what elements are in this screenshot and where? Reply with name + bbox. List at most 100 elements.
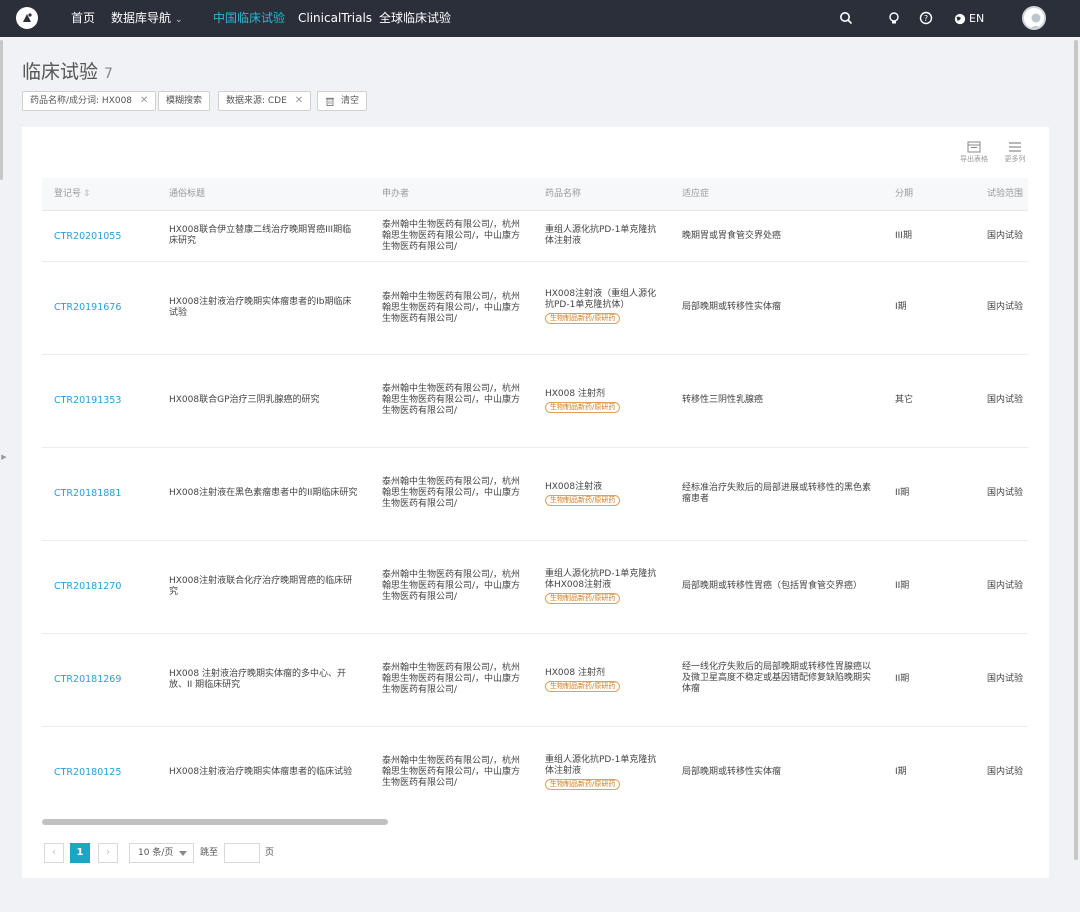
trial-phase: II期 — [895, 488, 910, 498]
table-row: CTR20181270 HX008注射液联合化疗治疗晚期胃癌的临床研究 泰州翰中… — [42, 541, 1028, 634]
trial-indication: 经标准治疗失败后的局部进展或转移性的黑色素瘤患者 — [682, 483, 872, 504]
chevron-down-icon: ⌄ — [175, 15, 183, 25]
more-columns-button[interactable]: 更多列 — [999, 141, 1031, 164]
filter-chip-source[interactable]: 数据来源: CDE ✕ — [218, 91, 312, 111]
trial-title: HX008联合伊立替康二线治疗晚期胃癌III期临床研究 — [169, 225, 352, 246]
trial-scope: 国内试验 — [987, 395, 1024, 405]
trial-drug: 重组人源化抗PD-1单克隆抗体注射液生物制品新药/原研药 — [545, 755, 663, 790]
trial-indication: 局部晚期或转移性实体瘤 — [682, 767, 782, 777]
nav-china-trials[interactable]: 中国临床试验 — [213, 0, 285, 37]
col-scope: 试验范围 — [987, 189, 1024, 199]
list-icon — [1009, 142, 1021, 152]
page-button-current[interactable]: 1 — [70, 843, 90, 863]
filter-chip-drug[interactable]: 药品名称/成分词: HX008 ✕ — [22, 91, 157, 111]
trial-title: HX008联合GP治疗三阴乳腺癌的研究 — [169, 395, 320, 405]
nav-global-trials[interactable]: 全球临床试验 — [379, 0, 451, 37]
drug-type-badge: 生物制品新药/原研药 — [545, 402, 621, 413]
drug-type-badge: 生物制品新药/原研药 — [545, 593, 621, 604]
trial-title: HX008注射液治疗晚期实体瘤患者的临床试验 — [169, 767, 353, 777]
page-title-text: 临床试验 — [22, 61, 99, 83]
trial-id-link[interactable]: CTR20191676 — [54, 302, 121, 313]
page-size-select[interactable]: 10 条/页 — [129, 843, 194, 863]
trial-phase: III期 — [895, 231, 912, 241]
trial-phase: II期 — [895, 581, 910, 591]
trial-id-link[interactable]: CTR20201055 — [54, 231, 121, 242]
page-size-label: 10 条/页 — [138, 848, 174, 858]
col-indication: 适应症 — [682, 189, 710, 199]
export-table-label: 导出表格 — [960, 155, 988, 163]
avatar[interactable] — [1022, 6, 1046, 30]
goto-label: 跳至 — [200, 848, 219, 858]
filter-chip-fuzzy-label: 模糊搜索 — [166, 96, 203, 106]
trial-sponsor: 泰州翰中生物医药有限公司/，杭州翰思生物医药有限公司/，中山康方生物医药有限公司… — [382, 756, 521, 788]
trial-id-link[interactable]: CTR20181881 — [54, 488, 121, 499]
export-table-button[interactable]: 导出表格 — [958, 141, 990, 164]
trial-title: HX008注射液联合化疗治疗晚期胃癌的临床研究 — [169, 576, 353, 597]
language-label: EN — [969, 12, 985, 25]
svg-text:?: ? — [924, 14, 928, 23]
trial-phase: I期 — [895, 302, 907, 312]
nav-clinicaltrials[interactable]: ClinicalTrials — [298, 0, 372, 37]
lightbulb-icon[interactable] — [886, 10, 902, 26]
table-header: 登记号 ⇕ 通俗标题 申办者 药品名称 适应症 分期 试验范围 — [42, 178, 1028, 211]
close-icon[interactable]: ✕ — [295, 92, 303, 110]
page-title: 临床试验 7 — [22, 57, 113, 84]
page-scrollbar[interactable] — [1074, 40, 1078, 860]
nav-database-label: 数据库导航 — [111, 11, 172, 25]
next-page-button[interactable]: › — [98, 843, 118, 863]
scrollbar-thumb[interactable] — [42, 819, 388, 825]
logo-icon[interactable] — [16, 7, 38, 29]
table-row: CTR20181269 HX008 注射液治疗晚期实体瘤的多中心、开放、II 期… — [42, 634, 1028, 727]
side-expand-icon[interactable]: ▶ — [0, 444, 8, 470]
search-icon[interactable] — [838, 10, 854, 26]
help-icon[interactable]: ? — [918, 10, 934, 26]
col-drug: 药品名称 — [545, 189, 582, 199]
nav-home[interactable]: 首页 — [71, 0, 95, 37]
trial-scope: 国内试验 — [987, 302, 1024, 312]
col-reg-no[interactable]: 登记号 ⇕ — [54, 178, 91, 211]
sort-icon[interactable]: ⇕ — [83, 189, 91, 199]
trial-drug-name: HX008注射液 — [545, 482, 603, 492]
table-row: CTR20191676 HX008注射液治疗晚期实体瘤患者的Ib期临床试验 泰州… — [42, 262, 1028, 355]
goto-page-input[interactable] — [224, 843, 260, 863]
col-phase: 分期 — [895, 189, 914, 199]
clear-filters-label: 清空 — [341, 96, 360, 106]
trial-drug: 重组人源化抗PD-1单克隆抗体HX008注射液 生物制品新药/原研药 — [545, 569, 663, 604]
left-scrollbar[interactable] — [0, 40, 3, 180]
trial-id-link[interactable]: CTR20191353 — [54, 395, 121, 406]
trial-drug-name: 重组人源化抗PD-1单克隆抗体注射液 — [545, 755, 657, 776]
trial-drug: HX008注射液 生物制品新药/原研药 — [545, 482, 663, 506]
trial-indication: 经一线化疗失败后的局部晚期或转移性胃腺癌以及微卫星高度不稳定或基因错配修复缺陷晚… — [682, 662, 872, 694]
prev-page-button[interactable]: ‹ — [44, 843, 64, 863]
trial-indication: 局部晚期或转移性实体瘤 — [682, 302, 782, 312]
filter-chip-fuzzy[interactable]: 模糊搜索 — [158, 91, 211, 111]
trial-scope: 国内试验 — [987, 674, 1024, 684]
drug-type-badge: 生物制品新药/原研药 — [545, 779, 621, 790]
trial-id-link[interactable]: CTR20181269 — [54, 674, 121, 685]
trial-indication: 晚期胃或胃食管交界处癌 — [682, 231, 782, 241]
trial-title: HX008注射液在黑色素瘤患者中的II期临床研究 — [169, 488, 358, 498]
table-row: CTR20201055 HX008联合伊立替康二线治疗晚期胃癌III期临床研究 … — [42, 211, 1028, 262]
trial-title: HX008注射液治疗晚期实体瘤患者的Ib期临床试验 — [169, 297, 352, 318]
more-columns-label: 更多列 — [1004, 155, 1026, 163]
export-icon — [967, 141, 981, 153]
col-reg-no-label: 登记号 — [54, 189, 82, 199]
trial-drug-name: HX008 注射剂 — [545, 389, 605, 399]
trial-scope: 国内试验 — [987, 581, 1024, 591]
trial-drug-name: HX008 注射剂 — [545, 668, 605, 678]
trial-sponsor: 泰州翰中生物医药有限公司/，杭州翰思生物医药有限公司/，中山康方生物医药有限公司… — [382, 663, 521, 695]
table-row: CTR20191353 HX008联合GP治疗三阴乳腺癌的研究 泰州翰中生物医药… — [42, 355, 1028, 448]
clear-filters-button[interactable]: 清空 — [317, 91, 368, 111]
globe-icon — [954, 13, 966, 24]
top-nav: 首页 数据库导航 ⌄ 中国临床试验 ClinicalTrials 全球临床试验 ?… — [0, 0, 1080, 37]
language-switch[interactable]: EN — [954, 0, 984, 37]
trial-id-link[interactable]: CTR20181270 — [54, 581, 121, 592]
trial-title: HX008 注射液治疗晚期实体瘤的多中心、开放、II 期临床研究 — [169, 669, 346, 690]
trial-sponsor: 泰州翰中生物医药有限公司/，杭州翰思生物医药有限公司/，中山康方生物医药有限公司… — [382, 384, 521, 416]
trial-id-link[interactable]: CTR20180125 — [54, 767, 121, 778]
nav-database[interactable]: 数据库导航 ⌄ — [111, 0, 183, 37]
trial-indication: 局部晚期或转移性胃癌（包括胃食管交界癌） — [682, 581, 863, 591]
filter-chip-drug-label: 药品名称/成分词: HX008 — [30, 96, 133, 106]
trial-drug: 重组人源化抗PD-1单克隆抗体注射液 — [545, 225, 657, 246]
close-icon[interactable]: ✕ — [140, 92, 148, 110]
